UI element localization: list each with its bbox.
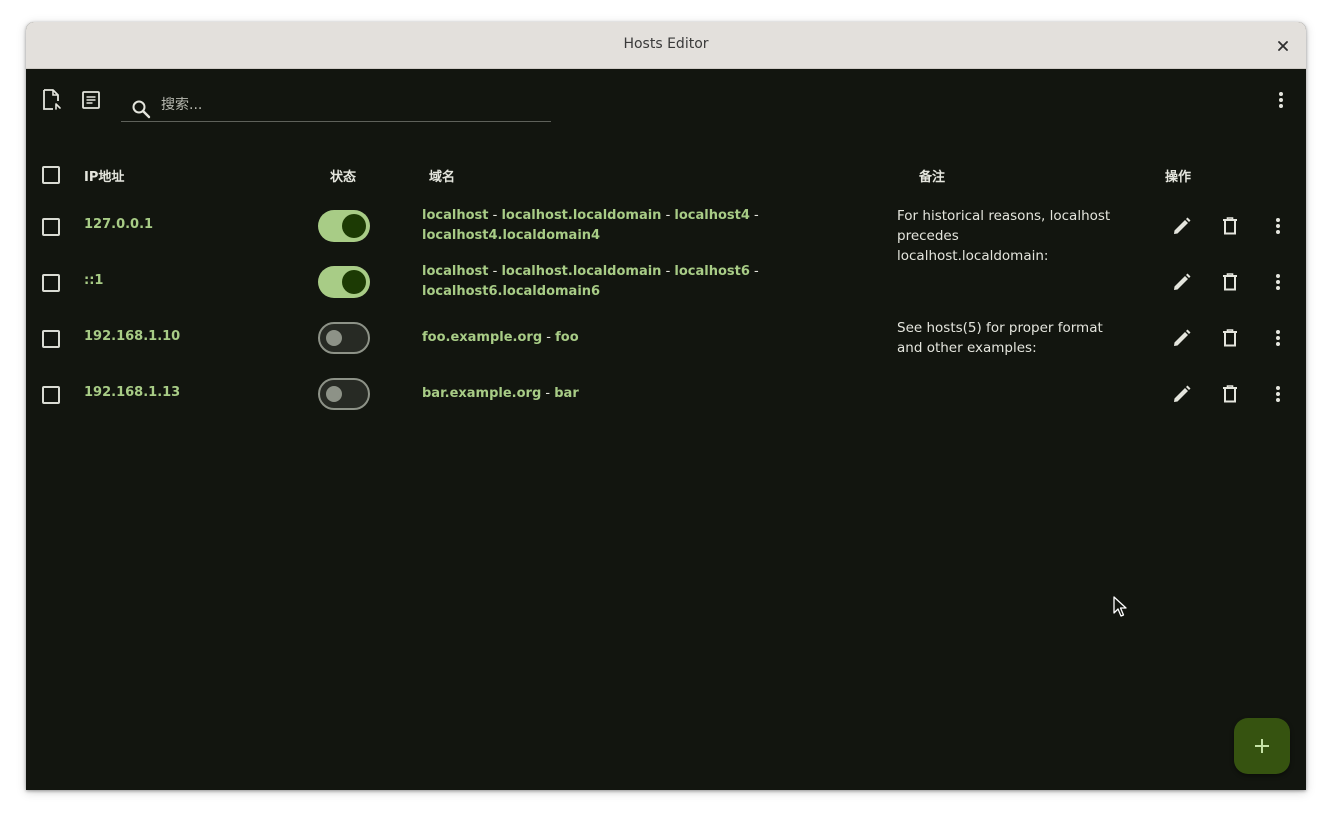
delete-button[interactable] (1218, 382, 1242, 406)
domain-name: foo (555, 330, 579, 345)
select-all-checkbox[interactable] (42, 166, 60, 184)
header-ip: IP地址 (84, 170, 125, 185)
add-host-button[interactable] (1234, 718, 1290, 774)
pencil-icon (1174, 217, 1191, 234)
edit-button[interactable] (1170, 270, 1194, 294)
ip-address: ::1 (84, 273, 104, 288)
domain-name: foo.example.org (422, 330, 543, 345)
document-text-icon (82, 91, 100, 109)
more-vertical-icon (1276, 274, 1280, 290)
enabled-toggle[interactable] (318, 378, 370, 410)
main-menu-button[interactable] (1269, 88, 1293, 112)
table-row: 192.168.1.10 foo.example.org - foo See h… (26, 310, 1306, 366)
row-menu-button[interactable] (1266, 382, 1290, 406)
comment-text: See hosts(5) for proper format and other… (897, 320, 1103, 356)
domain-list: bar.example.org - bar (422, 386, 579, 401)
header-comment: 备注 (919, 170, 946, 185)
table-row: 192.168.1.13 bar.example.org - bar (26, 366, 1306, 422)
domain-list: foo.example.org - foo (422, 330, 579, 345)
domain-name: localhost.localdomain (501, 208, 662, 223)
close-icon (1278, 41, 1288, 51)
domain-list: localhost - localhost.localdomain - loca… (422, 208, 759, 243)
window-title: Hosts Editor (623, 36, 709, 52)
title-bar: Hosts Editor (26, 22, 1306, 69)
domain-name: bar.example.org (422, 386, 542, 401)
row-checkbox[interactable] (42, 218, 60, 236)
row-checkbox[interactable] (42, 274, 60, 292)
table-row: 127.0.0.1 localhost - localhost.localdom… (26, 198, 1306, 264)
search-input[interactable] (161, 93, 541, 117)
text-view-button[interactable] (79, 88, 103, 112)
more-vertical-icon (1279, 92, 1283, 108)
domain-list: localhost - localhost.localdomain - loca… (422, 264, 759, 299)
header-actions: 操作 (1165, 170, 1192, 185)
ip-address: 127.0.0.1 (84, 217, 154, 232)
trash-icon (1223, 217, 1237, 235)
domain-name: localhost4 (674, 208, 750, 223)
mouse-pointer-icon (1113, 596, 1127, 617)
pencil-icon (1174, 273, 1191, 290)
pencil-icon (1174, 329, 1191, 346)
row-checkbox[interactable] (42, 330, 60, 348)
domain-name: localhost4.localdomain4 (422, 228, 601, 243)
delete-button[interactable] (1218, 270, 1242, 294)
header-status: 状态 (330, 170, 357, 185)
plus-icon (1255, 739, 1269, 753)
row-menu-button[interactable] (1266, 270, 1290, 294)
domain-name: localhost (422, 264, 489, 279)
edit-button[interactable] (1170, 382, 1194, 406)
search-icon (132, 100, 151, 119)
trash-icon (1223, 329, 1237, 347)
close-button[interactable] (1272, 35, 1294, 57)
domain-name: localhost6.localdomain6 (422, 284, 601, 299)
ip-address: 192.168.1.10 (84, 329, 181, 344)
more-vertical-icon (1276, 386, 1280, 402)
main-content: IP地址 状态 域名 备注 操作 127.0.0.1 localhost - l… (26, 69, 1306, 790)
trash-icon (1223, 273, 1237, 291)
more-vertical-icon (1276, 218, 1280, 234)
trash-icon (1223, 385, 1237, 403)
enabled-toggle[interactable] (318, 322, 370, 354)
edit-button[interactable] (1170, 326, 1194, 350)
row-menu-button[interactable] (1266, 326, 1290, 350)
domain-name: bar (554, 386, 579, 401)
domain-name: localhost.localdomain (501, 264, 662, 279)
header-domain: 域名 (429, 170, 456, 185)
edit-button[interactable] (1170, 214, 1194, 238)
more-vertical-icon (1276, 330, 1280, 346)
table-row: ::1 localhost - localhost.localdomain - … (26, 254, 1306, 310)
file-open-icon (43, 89, 61, 110)
row-checkbox[interactable] (42, 386, 60, 404)
domain-name: localhost6 (674, 264, 750, 279)
domain-name: localhost (422, 208, 489, 223)
app-window: Hosts Editor 搜索... IP地址 状态 域名 备注 操作 127.… (26, 22, 1306, 790)
ip-address: 192.168.1.13 (84, 385, 181, 400)
pencil-icon (1174, 385, 1191, 402)
delete-button[interactable] (1218, 214, 1242, 238)
open-file-button[interactable] (40, 88, 64, 112)
delete-button[interactable] (1218, 326, 1242, 350)
row-menu-button[interactable] (1266, 214, 1290, 238)
enabled-toggle[interactable] (318, 210, 370, 242)
search-bar (121, 79, 551, 122)
enabled-toggle[interactable] (318, 266, 370, 298)
